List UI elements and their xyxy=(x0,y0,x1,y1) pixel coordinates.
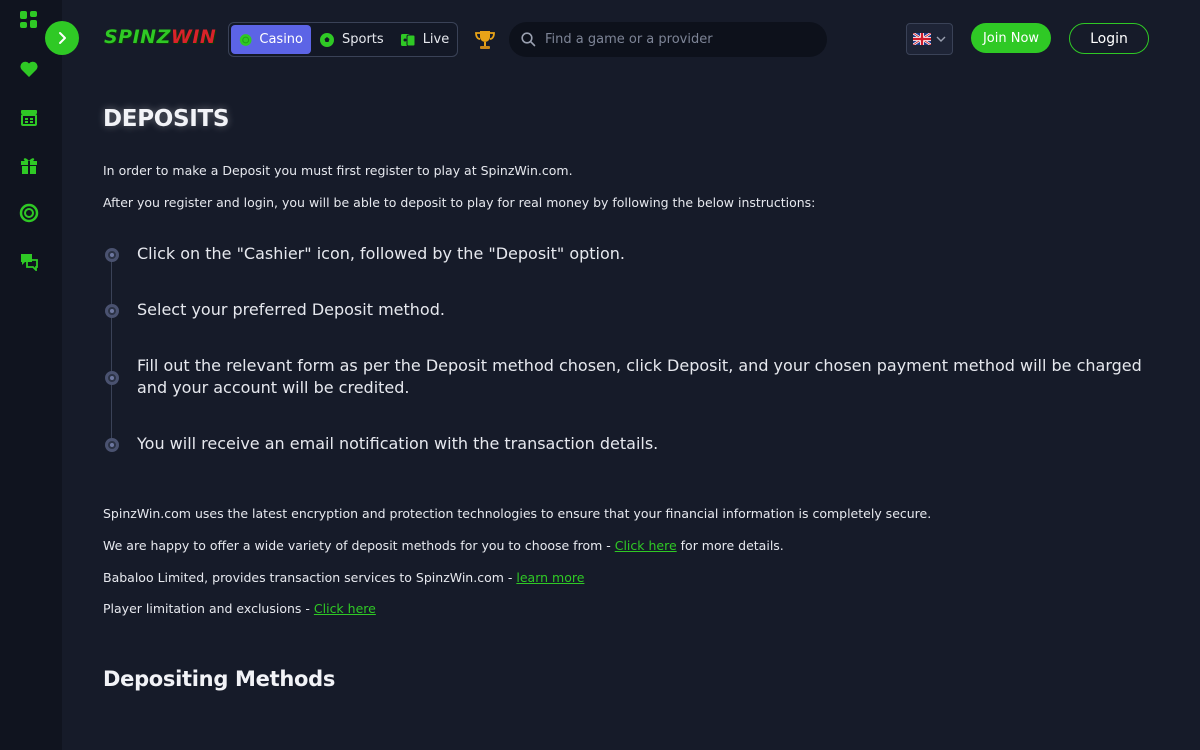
heart-icon[interactable] xyxy=(18,58,40,80)
step-text: Fill out the relevant form as per the De… xyxy=(137,356,1142,397)
live-cards-icon xyxy=(400,33,416,46)
limits-link[interactable]: Click here xyxy=(314,601,376,616)
chat-icon[interactable] xyxy=(18,250,40,272)
tab-sports[interactable]: Sports xyxy=(311,25,392,54)
language-selector[interactable] xyxy=(906,23,953,55)
security-paragraph: SpinzWin.com uses the latest encryption … xyxy=(103,506,932,521)
babaloo-paragraph: Babaloo Limited, provides transaction se… xyxy=(103,570,584,585)
step-text: Click on the "Cashier" icon, followed by… xyxy=(137,244,626,263)
step-dot-icon xyxy=(105,371,119,385)
login-button[interactable]: Login xyxy=(1069,23,1149,54)
tab-live-label: Live xyxy=(422,32,450,47)
learn-more-link[interactable]: learn more xyxy=(516,570,584,585)
sidebar xyxy=(0,0,62,750)
step-dot-icon xyxy=(105,304,119,318)
methods-text-after: for more details. xyxy=(676,538,784,553)
babaloo-text: Babaloo Limited, provides transaction se… xyxy=(103,570,517,585)
step-dot-icon xyxy=(105,248,119,262)
methods-paragraph: We are happy to offer a wide variety of … xyxy=(103,538,784,553)
expand-sidebar-button[interactable] xyxy=(45,21,79,55)
step-text: You will receive an email notification w… xyxy=(137,434,659,453)
limits-text: Player limitation and exclusions - xyxy=(103,601,314,616)
chevron-right-icon xyxy=(59,32,66,44)
step-dot-icon xyxy=(105,438,119,452)
casino-chip-icon xyxy=(239,33,252,46)
join-now-button[interactable]: Join Now xyxy=(971,23,1051,53)
logo[interactable]: SPINZWIN xyxy=(104,26,216,52)
search-input[interactable] xyxy=(545,32,815,47)
page-title: DEPOSITS xyxy=(103,106,230,132)
step-text: Select your preferred Deposit method. xyxy=(137,300,445,319)
tab-live[interactable]: Live xyxy=(392,25,458,54)
tab-sports-label: Sports xyxy=(342,32,384,47)
uk-flag-icon xyxy=(913,33,931,45)
trophy-icon[interactable] xyxy=(474,29,496,51)
steps-connector-line xyxy=(111,254,112,444)
section-title-depositing-methods: Depositing Methods xyxy=(103,667,336,691)
methods-text: We are happy to offer a wide variety of … xyxy=(103,538,615,553)
chevron-down-icon xyxy=(936,36,946,42)
soccer-ball-icon xyxy=(320,32,334,47)
tab-casino[interactable]: Casino xyxy=(231,25,311,54)
logo-text-spinz: SPINZ xyxy=(104,26,171,48)
intro-paragraph-1: In order to make a Deposit you must firs… xyxy=(103,163,573,178)
cashier-icon[interactable] xyxy=(18,106,40,128)
grid-icon[interactable] xyxy=(18,9,40,31)
gift-icon[interactable] xyxy=(18,154,40,176)
intro-paragraph-2: After you register and login, you will b… xyxy=(103,195,816,210)
product-tabs: Casino Sports Live xyxy=(228,22,458,57)
search-bar[interactable] xyxy=(509,22,827,57)
methods-details-link[interactable]: Click here xyxy=(615,538,677,553)
ring-icon[interactable] xyxy=(18,202,40,224)
tab-casino-label: Casino xyxy=(259,32,303,47)
limits-paragraph: Player limitation and exclusions - Click… xyxy=(103,601,376,616)
logo-text-win: WIN xyxy=(170,26,217,48)
search-icon xyxy=(521,32,536,47)
